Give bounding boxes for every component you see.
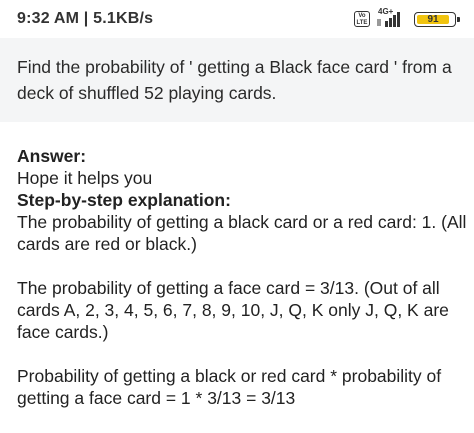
question-card: Find the probability of ' getting a Blac… xyxy=(0,38,474,122)
status-icons: Vo LTE 4G+ 91 xyxy=(346,7,460,29)
explanation-heading: Step-by-step explanation: xyxy=(17,190,231,210)
explanation-paragraph-1: The probability of getting a black card … xyxy=(17,212,467,254)
answer-heading: Answer: xyxy=(17,146,87,166)
battery-level: 91 xyxy=(417,15,449,25)
status-bar: 9:32 AM | 5.1KB/s Vo LTE 4G+ 91 xyxy=(0,0,474,38)
question-text: Find the probability of ' getting a Blac… xyxy=(17,57,452,103)
signal-icon: 4G+ xyxy=(374,7,404,29)
status-time-speed: 9:32 AM | 5.1KB/s xyxy=(17,10,154,27)
explanation-paragraph-3: Probability of getting a black or red ca… xyxy=(17,366,442,408)
explanation-paragraph-2: The probability of getting a face card =… xyxy=(17,278,449,342)
answer-intro: Hope it helps you xyxy=(17,168,153,188)
battery-icon: 91 xyxy=(414,12,460,27)
volte-icon: Vo LTE xyxy=(354,11,370,27)
answer-section: Answer: Hope it helps you Step-by-step e… xyxy=(17,145,467,409)
